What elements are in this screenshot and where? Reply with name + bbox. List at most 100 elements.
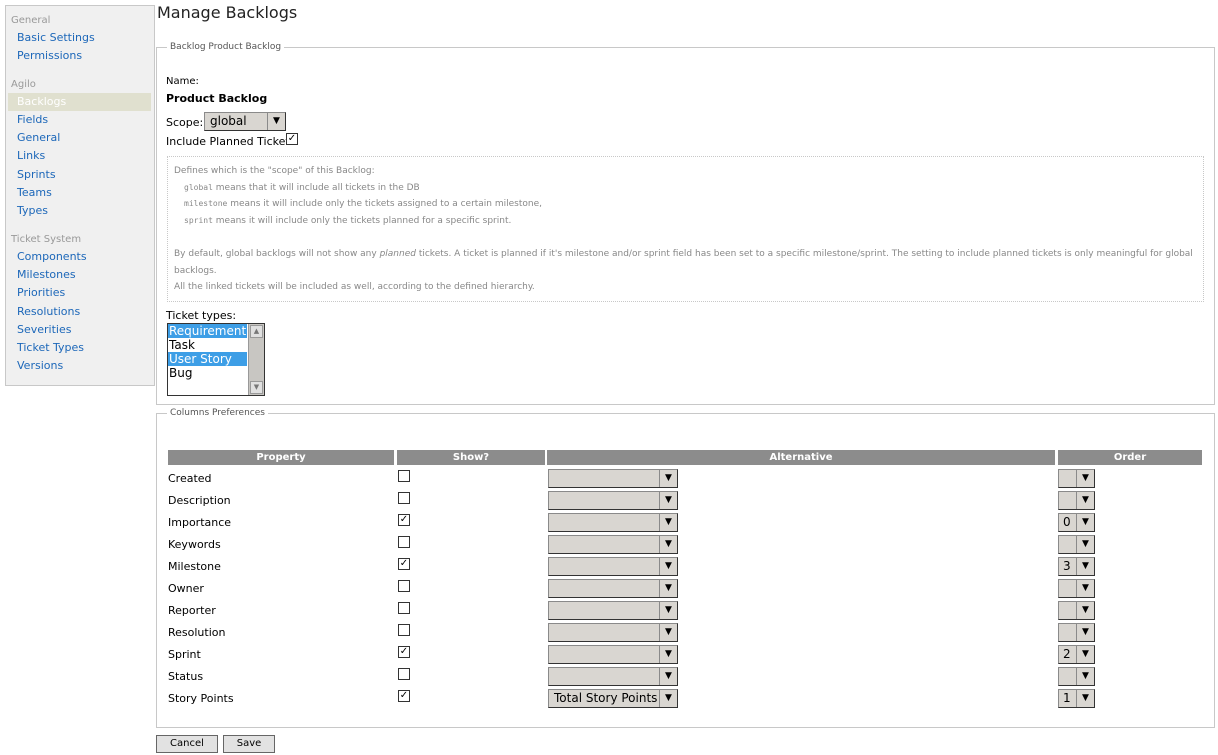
help-linked: All the linked tickets will be included … — [174, 282, 535, 292]
ticket-type-option[interactable]: Task — [168, 338, 247, 352]
order-select-keywords[interactable]: ▼ — [1058, 535, 1095, 554]
scroll-down-icon[interactable]: ▼ — [250, 381, 263, 394]
sidebar-item-permissions[interactable]: Permissions — [6, 47, 154, 65]
sidebar-item-milestones[interactable]: Milestones — [6, 266, 154, 284]
show-checkbox-description[interactable] — [398, 492, 410, 504]
dropdown-arrow-icon: ▼ — [1076, 470, 1094, 487]
sidebar-item-severities[interactable]: Severities — [6, 321, 154, 339]
cancel-button[interactable]: Cancel — [156, 735, 218, 753]
show-checkbox-created[interactable] — [398, 470, 410, 482]
sidebar-item-priorities[interactable]: Priorities — [6, 284, 154, 302]
nav-group-title: General — [11, 15, 51, 26]
show-checkbox-owner[interactable] — [398, 580, 410, 592]
dropdown-arrow-icon: ▼ — [1076, 536, 1094, 553]
listbox-scrollbar[interactable]: ▲ ▼ — [248, 324, 264, 395]
dropdown-arrow-icon: ▼ — [659, 624, 677, 641]
order-select-milestone[interactable]: 3 ▼ — [1058, 557, 1095, 576]
order-select-story-points[interactable]: 1 ▼ — [1058, 689, 1095, 708]
sidebar-item-general[interactable]: General — [6, 129, 154, 147]
show-checkbox-sprint[interactable]: ✓ — [398, 646, 410, 658]
property-label: Status — [168, 670, 204, 683]
include-planned-label: Include Planned Tickets: — [166, 135, 300, 148]
ticket-type-option[interactable]: User Story — [168, 352, 247, 366]
show-checkbox-importance[interactable]: ✓ — [398, 514, 410, 526]
dropdown-arrow-icon: ▼ — [1076, 668, 1094, 685]
page-title: Manage Backlogs — [157, 3, 298, 22]
columns-fieldset: Columns Preferences Property Show? Alter… — [156, 408, 1215, 728]
dropdown-arrow-icon: ▼ — [659, 558, 677, 575]
include-planned-checkbox[interactable]: ✓ — [286, 133, 298, 145]
alternative-select-status[interactable]: ▼ — [548, 667, 678, 686]
alternative-select-story-points[interactable]: Total Story Points ▼ — [548, 689, 678, 708]
alternative-select-reporter[interactable]: ▼ — [548, 601, 678, 620]
scope-help-box: Defines which is the "scope" of this Bac… — [167, 156, 1204, 302]
help-intro: Defines which is the "scope" of this Bac… — [174, 166, 375, 176]
backlog-legend: Backlog Product Backlog — [170, 42, 282, 52]
scroll-up-icon[interactable]: ▲ — [250, 325, 263, 338]
order-select-description[interactable]: ▼ — [1058, 491, 1095, 510]
sidebar-item-basic-settings[interactable]: Basic Settings — [6, 29, 154, 47]
nav-group-title: Ticket System — [11, 233, 82, 245]
sidebar-item-versions[interactable]: Versions — [6, 357, 154, 375]
property-label: Keywords — [168, 538, 221, 551]
order-select-resolution[interactable]: ▼ — [1058, 623, 1095, 642]
nav-group-agilo: Agilo Backlogs Fields General Links Sprints Te… — [6, 76, 154, 221]
nav-group-title: Agilo — [11, 78, 36, 90]
order-select-importance[interactable]: 0 ▼ — [1058, 513, 1095, 532]
show-checkbox-milestone[interactable]: ✓ — [398, 558, 410, 570]
order-select-sprint[interactable]: 2 ▼ — [1058, 645, 1095, 664]
columns-legend: Columns Preferences — [170, 408, 265, 418]
show-checkbox-keywords[interactable] — [398, 536, 410, 548]
order-select-status[interactable]: ▼ — [1058, 667, 1095, 686]
order-select-owner[interactable]: ▼ — [1058, 579, 1095, 598]
help-milestone: milestone means it will include only the… — [184, 199, 543, 209]
sidebar-item-fields[interactable]: Fields — [6, 111, 154, 129]
sidebar-item-links[interactable]: Links — [6, 147, 154, 165]
ticket-type-option[interactable]: Requirement — [168, 324, 247, 338]
sidebar-item-components[interactable]: Components — [6, 248, 154, 266]
alternative-select-owner[interactable]: ▼ — [548, 579, 678, 598]
alternative-select-sprint[interactable]: ▼ — [548, 645, 678, 664]
order-value: 1 — [1063, 691, 1071, 705]
help-planned: By default, global backlogs will not sho… — [174, 249, 1193, 276]
scope-label: Scope: — [166, 116, 204, 129]
alternative-select-created[interactable]: ▼ — [548, 469, 678, 488]
alternative-select-importance[interactable]: ▼ — [548, 513, 678, 532]
header-order: Order — [1058, 450, 1202, 465]
order-value: 2 — [1063, 647, 1071, 661]
scope-select[interactable]: global ▼ — [204, 112, 286, 131]
order-select-reporter[interactable]: ▼ — [1058, 601, 1095, 620]
sidebar-item-resolutions[interactable]: Resolutions — [6, 303, 154, 321]
sidebar-item-sprints[interactable]: Sprints — [6, 166, 154, 184]
sidebar-item-teams[interactable]: Teams — [6, 184, 154, 202]
show-checkbox-reporter[interactable] — [398, 602, 410, 614]
sidebar-item-backlogs[interactable]: Backlogs — [8, 92, 151, 111]
dropdown-arrow-icon: ▼ — [659, 646, 677, 663]
scope-value: global — [210, 114, 247, 128]
alternative-select-milestone[interactable]: ▼ — [548, 557, 678, 576]
order-select-created[interactable]: ▼ — [1058, 469, 1095, 488]
dropdown-arrow-icon: ▼ — [659, 668, 677, 685]
dropdown-arrow-icon: ▼ — [659, 492, 677, 509]
show-checkbox-status[interactable] — [398, 668, 410, 680]
property-label: Milestone — [168, 560, 221, 573]
property-label: Sprint — [168, 648, 201, 661]
alternative-select-resolution[interactable]: ▼ — [548, 623, 678, 642]
show-checkbox-story-points[interactable]: ✓ — [398, 690, 410, 702]
dropdown-arrow-icon: ▼ — [659, 580, 677, 597]
property-label: Reporter — [168, 604, 216, 617]
dropdown-arrow-icon: ▼ — [1076, 646, 1094, 663]
alternative-select-keywords[interactable]: ▼ — [548, 535, 678, 554]
dropdown-arrow-icon: ▼ — [1076, 602, 1094, 619]
property-label: Importance — [168, 516, 232, 529]
check-icon: ✓ — [399, 558, 409, 569]
sidebar-item-types[interactable]: Types — [6, 202, 154, 220]
help-sprint: sprint means it will include only the ti… — [184, 215, 512, 226]
show-checkbox-resolution[interactable] — [398, 624, 410, 636]
ticket-type-option[interactable]: Bug — [168, 366, 247, 380]
sidebar-item-ticket-types[interactable]: Ticket Types — [6, 339, 154, 357]
header-alternative: Alternative — [547, 450, 1055, 465]
save-button[interactable]: Save — [223, 735, 275, 753]
ticket-types-listbox[interactable]: Requirement Task User Story Bug ▲ ▼ — [167, 323, 265, 396]
alternative-select-description[interactable]: ▼ — [548, 491, 678, 510]
